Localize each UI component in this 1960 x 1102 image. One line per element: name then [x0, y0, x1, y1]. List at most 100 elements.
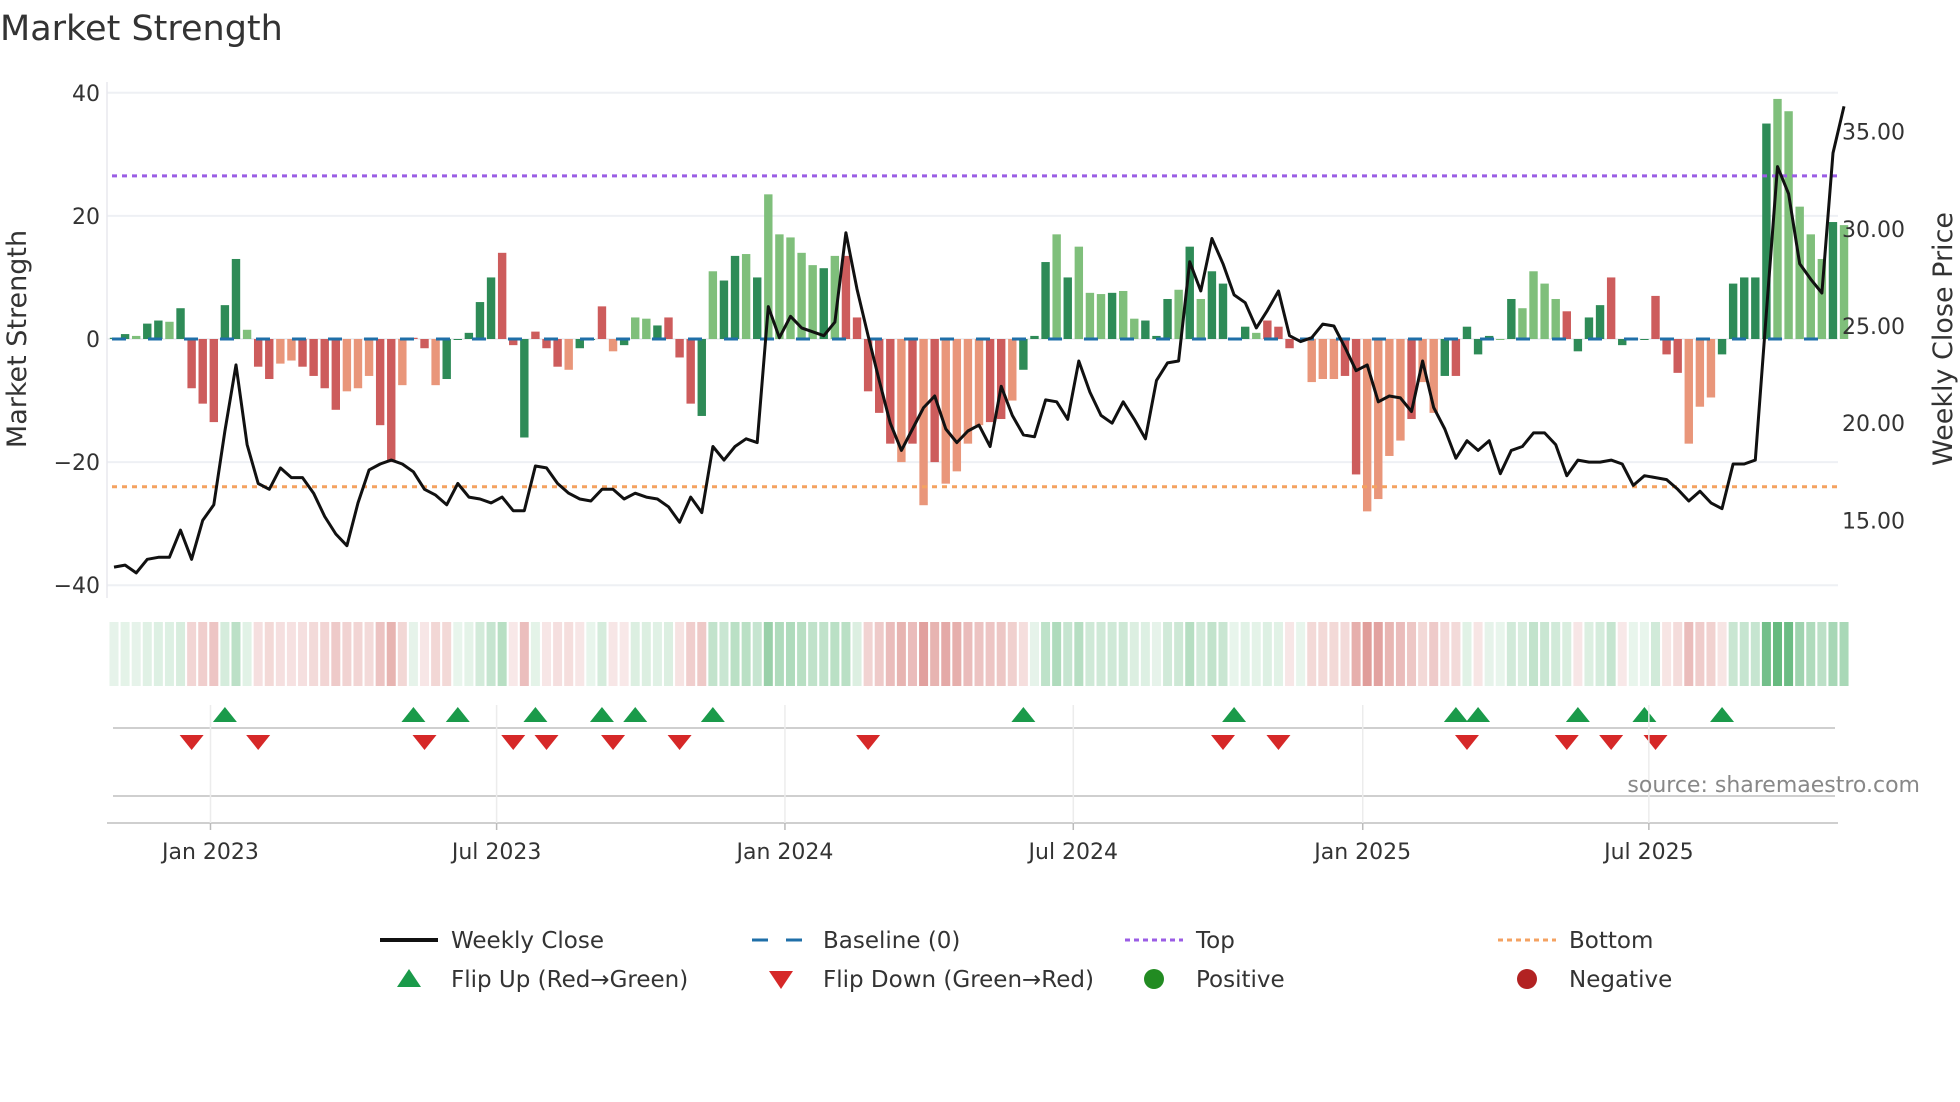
heat-cell [708, 622, 718, 686]
heat-cell [1795, 622, 1805, 686]
heat-cell [1362, 622, 1372, 686]
heat-cell [774, 622, 784, 686]
flip-down-marker [1643, 735, 1668, 750]
heat-cell [1407, 622, 1417, 686]
strength-bar [1784, 111, 1793, 339]
heat-cell [1839, 622, 1849, 686]
heat-cell [109, 622, 119, 686]
heat-cell [919, 622, 929, 686]
x-tick-label: Jul 2024 [1027, 840, 1119, 865]
circle-icon [1517, 969, 1537, 989]
strength-bar [1063, 277, 1072, 339]
strength-bar [176, 308, 185, 339]
legend-label: Weekly Close [451, 928, 604, 954]
strength-bar [1496, 339, 1505, 340]
heat-cell [1562, 622, 1572, 686]
heat-cell [1340, 622, 1350, 686]
strength-bar [1573, 339, 1583, 352]
heat-cell [1273, 622, 1283, 686]
strength-bar [1274, 326, 1283, 339]
flip-up-marker [1466, 707, 1491, 722]
heat-cell [1662, 622, 1672, 686]
strength-bar [974, 339, 984, 426]
heat-cell [852, 622, 862, 686]
strength-bar [1008, 339, 1017, 401]
flip-up-marker [1443, 707, 1468, 722]
heat-cell [1451, 622, 1461, 686]
heat-cell [275, 622, 285, 686]
heat-cell [187, 622, 197, 686]
flip-down-marker [246, 735, 271, 750]
flip-up-marker [1710, 707, 1735, 722]
x-tick-label: Jan 2024 [734, 840, 833, 865]
heat-cell [131, 622, 141, 686]
heat-cell [475, 622, 485, 686]
strength-bar [597, 306, 607, 339]
heat-cell [1251, 622, 1261, 686]
y-axis-ticks: 40 20 0 −20 −40 [54, 82, 100, 599]
heat-cell [1029, 622, 1039, 686]
strength-bar [1540, 283, 1549, 339]
flip-up-marker [401, 707, 426, 722]
strength-bar [187, 339, 196, 389]
heat-cell [264, 622, 274, 686]
legend-item: Negative [1517, 967, 1672, 993]
reference-lines [112, 174, 1838, 489]
heat-cell [1551, 622, 1561, 686]
strength-bar [1740, 277, 1749, 339]
strength-bar [331, 339, 340, 410]
heat-cell [153, 622, 163, 686]
heat-cell [586, 622, 596, 686]
heat-cell [1074, 622, 1084, 686]
x-tick-label: Jan 2023 [160, 840, 259, 865]
strength-bar [631, 317, 640, 339]
heat-cell [364, 622, 374, 686]
heat-cell [1517, 622, 1527, 686]
heat-cell [1007, 622, 1017, 686]
strength-bar [1019, 339, 1028, 370]
legend-item: Flip Down (Green→Red) [769, 967, 1094, 993]
heat-cell [719, 622, 729, 686]
heat-cell [608, 622, 618, 686]
heat-cell [841, 622, 851, 686]
y2-tick-label: 25.00 [1842, 315, 1905, 340]
legend-label: Positive [1196, 967, 1285, 993]
heat-cell [1185, 622, 1195, 686]
heat-cell [1395, 622, 1405, 686]
strength-bar [1052, 234, 1061, 339]
heat-cell [497, 622, 507, 686]
flip-down-marker [601, 735, 626, 750]
legend-label: Top [1195, 928, 1235, 954]
heat-cell [1473, 622, 1483, 686]
heat-cell [1761, 622, 1771, 686]
heat-cell [1063, 622, 1073, 686]
strength-bar [309, 339, 318, 376]
heat-cell [808, 622, 818, 686]
strength-bar [553, 339, 562, 367]
strength-bar [1662, 339, 1671, 355]
flip-down-marker [179, 735, 204, 750]
heat-cell [874, 622, 884, 686]
strength-bar [1252, 332, 1261, 339]
strength-bar [442, 339, 451, 380]
heat-cell [508, 622, 518, 686]
heat-cell [996, 622, 1006, 686]
heat-cell [342, 622, 352, 686]
heat-cell [763, 622, 773, 686]
heat-cell [542, 622, 552, 686]
strength-bar [287, 339, 296, 361]
heat-cell [830, 622, 840, 686]
heat-cell [464, 622, 474, 686]
legend-label: Flip Down (Green→Red) [823, 967, 1094, 993]
heat-cell [320, 622, 330, 686]
strength-bar [708, 271, 718, 339]
heat-cell [408, 622, 418, 686]
flip-down-marker [1454, 735, 1479, 750]
strength-bar [1074, 246, 1084, 339]
strength-bar [1806, 234, 1815, 339]
strength-bar [852, 317, 862, 339]
legend-label: Flip Up (Red→Green) [451, 967, 688, 993]
heat-cell [1151, 622, 1161, 686]
heat-cell [1651, 622, 1661, 686]
heat-cell [1041, 622, 1051, 686]
